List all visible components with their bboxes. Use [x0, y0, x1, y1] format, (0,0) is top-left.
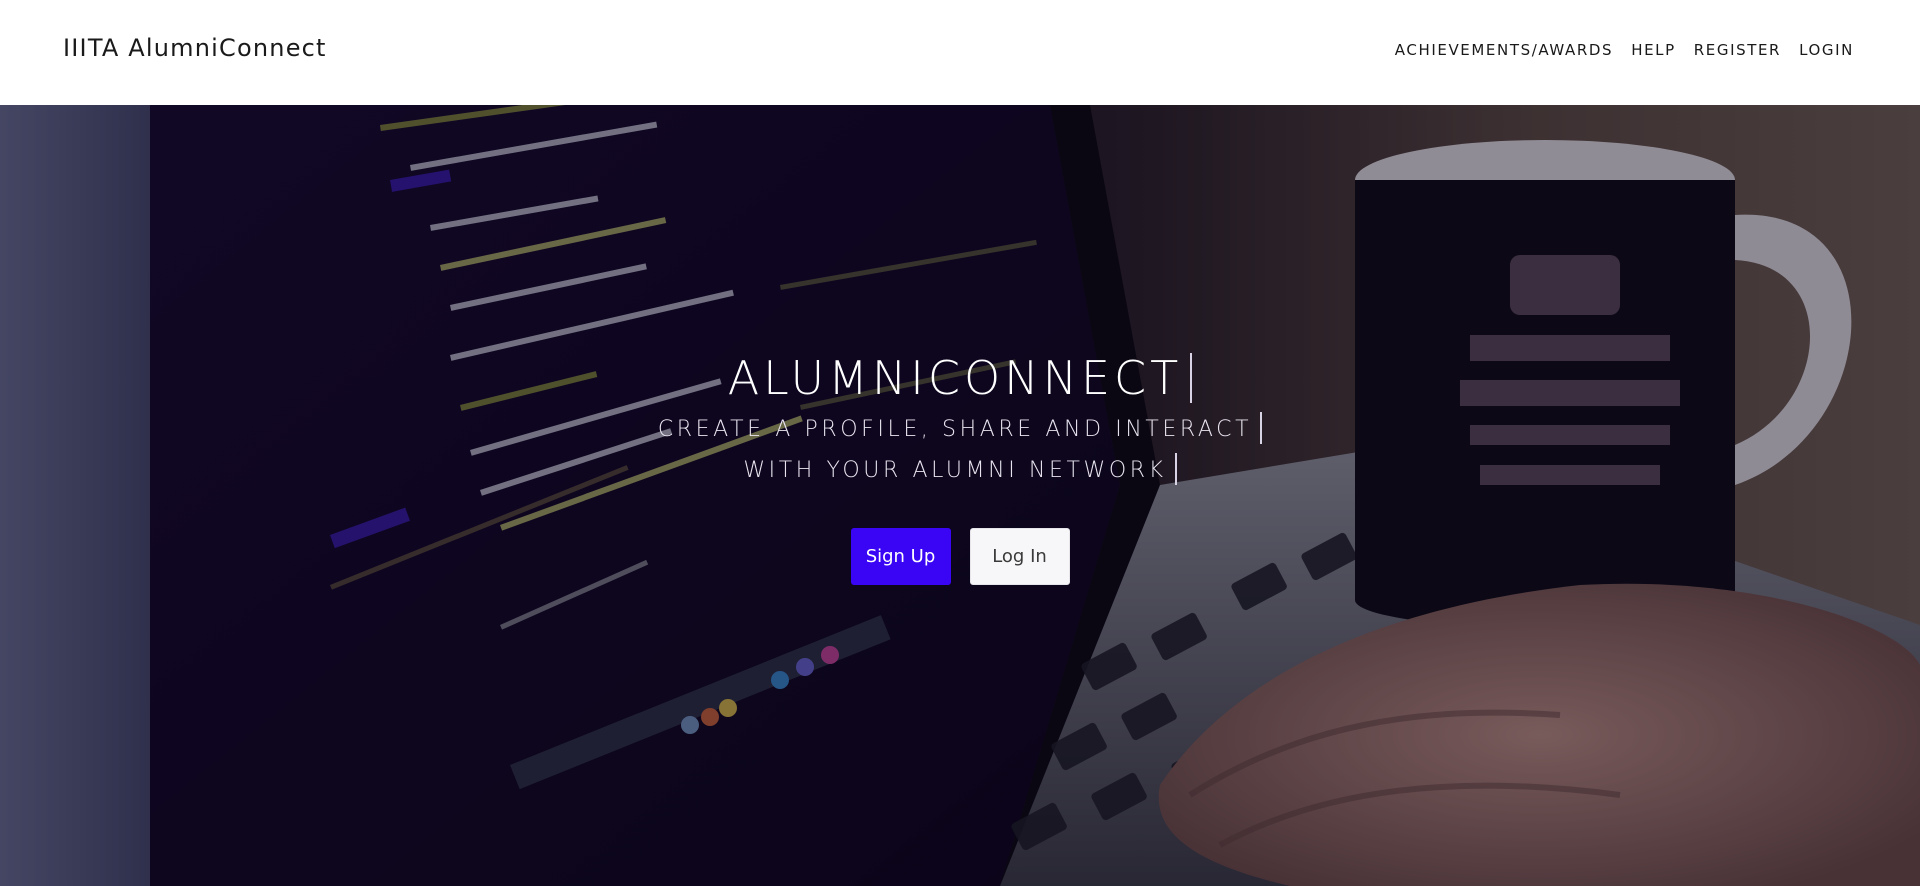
hero-title-text: ALUMNICONNECT: [727, 351, 1183, 405]
typing-caret: [1190, 352, 1193, 403]
hero-subtitle-line2-text: WITH YOUR ALUMNI NETWORK: [743, 458, 1167, 483]
nav-link-login[interactable]: LOGIN: [1799, 41, 1854, 59]
hero-subtitle-line2: WITH YOUR ALUMNI NETWORK: [0, 453, 1920, 485]
login-button[interactable]: Log In: [969, 528, 1070, 585]
signup-button[interactable]: Sign Up: [850, 528, 951, 585]
brand-link[interactable]: IIITA AlumniConnect: [63, 34, 327, 62]
nav-link-help[interactable]: HELP: [1631, 41, 1676, 59]
typing-caret: [1260, 412, 1263, 444]
hero-dark-overlay: [0, 105, 1920, 886]
nav-link-achievements[interactable]: ACHIEVEMENTS/AWARDS: [1395, 41, 1613, 59]
typing-caret: [1174, 453, 1177, 485]
nav-link-register[interactable]: REGISTER: [1694, 41, 1781, 59]
hero-title: ALUMNICONNECT: [0, 351, 1920, 405]
hero-subtitle-line1: CREATE A PROFILE, SHARE AND INTERACT: [0, 412, 1920, 444]
top-navbar: IIITA AlumniConnect ACHIEVEMENTS/AWARDS …: [0, 0, 1920, 105]
hero-subtitle-line1-text: CREATE A PROFILE, SHARE AND INTERACT: [657, 417, 1253, 442]
nav-links: ACHIEVEMENTS/AWARDS HELP REGISTER LOGIN: [1395, 41, 1854, 59]
hero-section: ALUMNICONNECT CREATE A PROFILE, SHARE AN…: [0, 105, 1920, 886]
hero-buttons: Sign Up Log In: [0, 528, 1920, 585]
